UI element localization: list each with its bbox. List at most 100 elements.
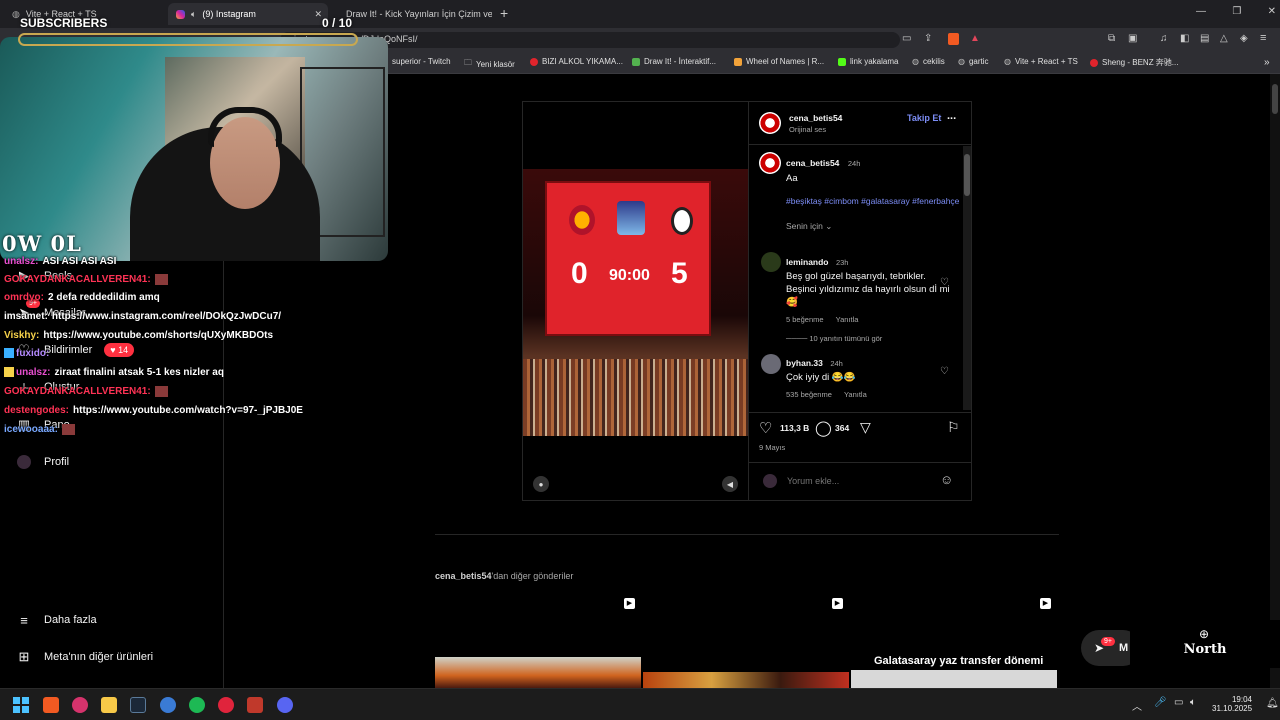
caption-avatar[interactable] bbox=[759, 152, 781, 174]
comments-scrollbar[interactable] bbox=[963, 146, 971, 410]
author-username[interactable]: cena_betis54 bbox=[789, 113, 842, 123]
caption-hashtags[interactable]: #beşiktaş #cimbom #galatasaray #fenerbah… bbox=[786, 195, 961, 207]
comment-likes[interactable]: 535 beğenme bbox=[786, 390, 832, 399]
sidebar-meta[interactable]: ⊞ Meta'nın diğer ürünleri bbox=[16, 649, 154, 665]
chevron-up-icon[interactable]: ︿ bbox=[1132, 698, 1142, 713]
more-post-thumbnail[interactable] bbox=[435, 657, 641, 688]
bookmark[interactable]: ◍ cekilis bbox=[912, 57, 945, 66]
app-icon[interactable] bbox=[160, 697, 176, 713]
comment-likes[interactable]: 5 beğenme bbox=[786, 315, 824, 324]
author-avatar[interactable] bbox=[759, 112, 781, 134]
more-post-thumbnail[interactable]: Galatasaray yaz transfer dönemi bbox=[851, 652, 1057, 688]
maps-icon[interactable] bbox=[72, 697, 88, 713]
bookmark[interactable]: superior - Twitch bbox=[392, 57, 451, 66]
vpn-icon[interactable]: ◈ bbox=[1240, 33, 1248, 44]
windows-logo-pane bbox=[13, 697, 20, 704]
more-posts-user[interactable]: cena_betis54 bbox=[435, 571, 492, 581]
globe-icon: ◍ bbox=[12, 8, 20, 19]
sidebar-toggle-icon[interactable]: ◧ bbox=[1180, 33, 1189, 44]
minimize-button[interactable]: — bbox=[1196, 6, 1206, 17]
bookmark[interactable]: Draw It! - İnteraktif... bbox=[632, 57, 716, 66]
reader-icon[interactable]: ▣ bbox=[1128, 33, 1137, 44]
more-options-icon[interactable]: ... bbox=[947, 110, 956, 122]
extensions-icon[interactable]: ⧉ bbox=[1108, 33, 1115, 44]
comment-text: Beş gol güzel başarıydı, tebrikler. Beşi… bbox=[786, 271, 950, 308]
leo-icon[interactable]: △ bbox=[1220, 33, 1228, 44]
app-icon[interactable] bbox=[247, 697, 263, 713]
post-video[interactable]: 0 90:00 5 bbox=[523, 169, 748, 436]
like-comment-icon[interactable]: ♡ bbox=[940, 366, 949, 377]
volume-icon[interactable]: 🔈︎ bbox=[1190, 697, 1196, 708]
bookmark[interactable]: Sheng - BENZ 奔驰... bbox=[1090, 57, 1178, 68]
microphone-icon[interactable]: 🎤︎ bbox=[1154, 697, 1167, 708]
bookmark[interactable]: BIZI ALKOL YIKAMA... bbox=[530, 57, 623, 66]
close-window-button[interactable]: ✕ bbox=[1268, 6, 1276, 17]
start-button[interactable] bbox=[13, 697, 29, 713]
sidebar-item-profile[interactable]: Profil bbox=[16, 454, 69, 470]
comment-input[interactable] bbox=[787, 474, 937, 488]
menu-icon[interactable]: ≡ bbox=[1260, 32, 1266, 44]
sidebar-more[interactable]: ≡ Daha fazla bbox=[16, 612, 96, 628]
comment-username[interactable]: byhan.33 bbox=[786, 358, 823, 368]
more-posts-title: cena_betis54'dan diğer gönderiler bbox=[435, 571, 573, 581]
steam-icon[interactable] bbox=[130, 697, 146, 713]
wallet-icon[interactable]: ▤ bbox=[1200, 33, 1209, 44]
globe-icon: ◍ bbox=[912, 57, 919, 66]
bookmark-favicon bbox=[734, 57, 742, 66]
bookmarks-overflow-icon[interactable]: » bbox=[1264, 57, 1270, 68]
scrollbar-thumb[interactable] bbox=[964, 154, 970, 196]
bookmark[interactable]: 🗀︎ Yeni klasör bbox=[464, 57, 515, 71]
tab-instagram[interactable]: 🔈︎ (9) Instagram ✕ bbox=[168, 3, 328, 25]
emoji-icon[interactable]: ☺ bbox=[940, 472, 953, 487]
file-explorer-icon[interactable] bbox=[101, 697, 117, 713]
save-icon[interactable]: ⚐ bbox=[947, 419, 960, 436]
like-comment-icon[interactable]: ♡ bbox=[940, 277, 949, 288]
page-scrollbar-thumb[interactable] bbox=[1272, 84, 1278, 114]
bookmark-label: Yeni klasör bbox=[476, 59, 515, 69]
like-icon[interactable]: ♡ bbox=[759, 419, 772, 437]
reply-button[interactable]: Yanıtla bbox=[836, 315, 859, 324]
caption-username[interactable]: cena_betis54 bbox=[786, 158, 839, 168]
speaker-icon[interactable]: ◀ bbox=[722, 476, 738, 492]
comment-icon[interactable]: ◯ bbox=[815, 419, 832, 437]
brave-shield-icon[interactable] bbox=[948, 33, 959, 45]
tagged-users-icon[interactable]: ● bbox=[533, 476, 549, 492]
bookmark[interactable]: Wheel of Names | R... bbox=[734, 57, 824, 66]
reply-button[interactable]: Yanıtla bbox=[844, 390, 867, 399]
chat-username: icewooaaa: bbox=[4, 424, 58, 436]
comment-avatar[interactable] bbox=[761, 354, 781, 374]
close-tab-icon[interactable]: ✕ bbox=[314, 9, 322, 20]
install-app-icon[interactable]: ▭ bbox=[902, 33, 911, 44]
bookmark[interactable]: link yakalama bbox=[838, 57, 898, 66]
for-you-toggle[interactable]: Senin için ⌄ bbox=[786, 221, 961, 232]
bookmark[interactable]: ◍ Vite + React + TS bbox=[1004, 57, 1078, 66]
brave-icon[interactable] bbox=[43, 697, 59, 713]
share-icon[interactable]: ▽ bbox=[860, 419, 871, 436]
view-replies[interactable]: ──── 10 yanıtın tümünü gör bbox=[786, 334, 951, 343]
page-scrollbar[interactable] bbox=[1270, 74, 1280, 688]
app-icon[interactable] bbox=[218, 697, 234, 713]
comment-avatar[interactable] bbox=[761, 252, 781, 272]
tab-drawit[interactable]: Draw It! - Kick Yayınları İçin Çizim ve bbox=[332, 3, 492, 25]
more-post-thumbnail[interactable] bbox=[643, 672, 849, 688]
maximize-button[interactable]: ❐ bbox=[1232, 6, 1241, 17]
divider bbox=[749, 412, 972, 413]
follow-button[interactable]: Takip Et bbox=[907, 113, 941, 123]
galatasaray-crest-icon bbox=[569, 205, 595, 235]
clock[interactable]: 19:04 31.10.2025 bbox=[1212, 695, 1252, 713]
new-tab-button[interactable]: + bbox=[500, 5, 508, 21]
post-media[interactable]: 0 90:00 5 ● ◀ bbox=[523, 102, 748, 500]
discord-icon[interactable] bbox=[277, 697, 293, 713]
like-count[interactable]: 113,3 B bbox=[780, 423, 809, 433]
reel-icon: ▶ bbox=[832, 598, 843, 609]
music-icon[interactable]: ♫ bbox=[1160, 33, 1168, 44]
spotify-icon[interactable] bbox=[189, 697, 205, 713]
speaker-icon: 🔈︎ bbox=[191, 8, 197, 19]
share-icon[interactable]: ⇪ bbox=[924, 33, 932, 44]
network-icon[interactable]: ▭ bbox=[1174, 697, 1183, 708]
audio-label[interactable]: Orijinal ses bbox=[789, 125, 826, 134]
brave-rewards-icon[interactable]: ▲ bbox=[970, 33, 980, 44]
comment-username[interactable]: leminando bbox=[786, 257, 829, 267]
bookmark[interactable]: ◍ gartic bbox=[958, 57, 989, 66]
notifications-icon[interactable]: 🔔︎ bbox=[1266, 698, 1279, 709]
